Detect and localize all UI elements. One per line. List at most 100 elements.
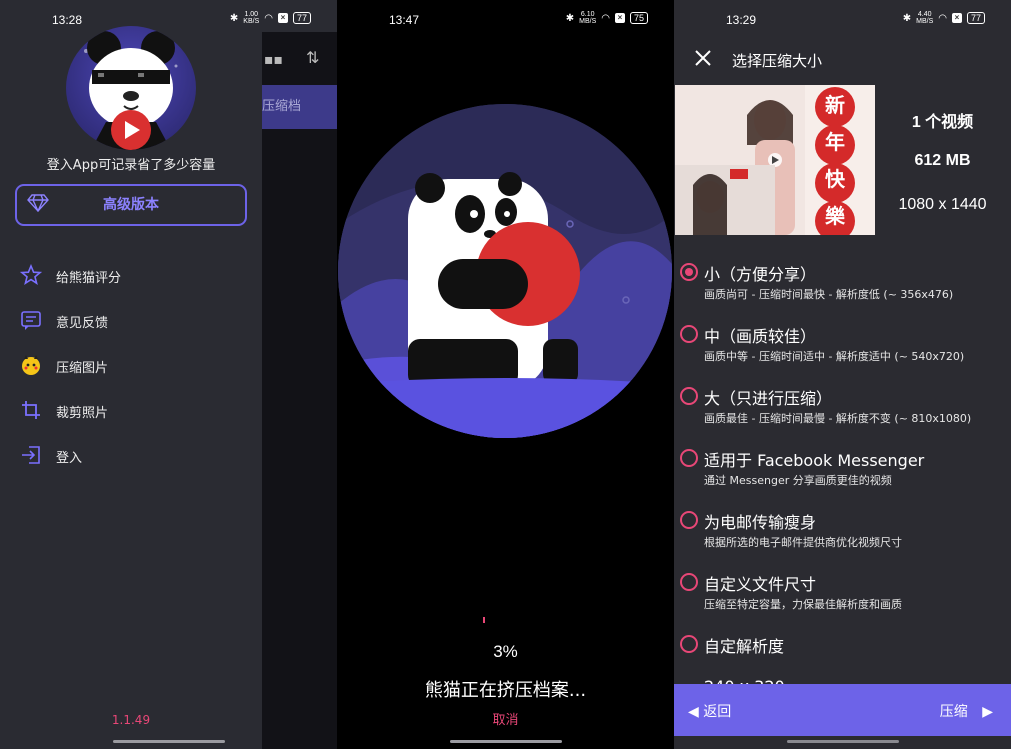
- login-icon: [22, 446, 40, 464]
- status-bar: 13:29 ✱ 4.40 MB/S ◠ × 77: [674, 0, 1011, 32]
- premium-version-label: 高级版本: [103, 197, 159, 213]
- option-description: 根据所选的电子邮件提供商优化视频尺寸: [704, 536, 902, 549]
- network-speed-unit: MB/S: [916, 18, 934, 25]
- login-hint[interactable]: 登入App可记录省了多少容量: [0, 154, 262, 173]
- background-tab-compressed: 压缩档: [262, 85, 337, 129]
- wifi-icon: ◠: [938, 12, 947, 24]
- panda-avatar: [66, 26, 196, 150]
- menu-item-login[interactable]: 登入: [20, 442, 250, 470]
- panda-illustration: [338, 104, 672, 438]
- option-description: 压缩至特定容量，力保最佳解析度和画质: [704, 598, 902, 611]
- option-title: 中（画质较佳）: [704, 327, 817, 346]
- menu-item-rate[interactable]: 给熊猫评分: [20, 262, 250, 290]
- option-large[interactable]: 大（只进行压缩） 画质最佳 - 压缩时间最慢 - 解析度不变 (~ 810x10…: [674, 384, 1011, 444]
- drawer-screen: 13:28 ✱ 1.00 KB/S ◠ × 77 ▪▪ ⇅ 压缩档 登入App可…: [0, 0, 337, 749]
- option-description: 画质尚可 - 压缩时间最快 - 解析度低 (~ 356x476): [704, 288, 954, 301]
- navigation-drawer: 登入App可记录省了多少容量 高级版本 给熊猫评分 意见反馈 压缩图片 裁剪照片…: [0, 26, 262, 749]
- battery-indicator: 75: [629, 12, 648, 24]
- video-resolution: 1080 x 1440: [898, 196, 987, 213]
- gesture-bar[interactable]: [449, 740, 562, 743]
- menu-item-label: 意见反馈: [56, 316, 109, 331]
- status-bar: 13:47 ✱ 6.10 MB/S ◠ × 75: [337, 0, 674, 32]
- menu-item-label: 给熊猫评分: [56, 271, 122, 286]
- network-speed-value: 6.10: [580, 11, 595, 18]
- network-speed-unit: MB/S: [579, 18, 597, 25]
- network-speed-value: 4.40: [917, 11, 932, 18]
- progress-tick: [483, 617, 485, 623]
- progress-message: 熊猫正在挤压档案...: [424, 680, 587, 701]
- back-button[interactable]: ◀ 返回: [688, 701, 731, 721]
- menu-item-feedback[interactable]: 意见反馈: [20, 307, 250, 335]
- grid-view-icon: ▪▪: [264, 52, 283, 68]
- sort-icon: ⇅: [306, 48, 320, 67]
- radio-button[interactable]: [680, 325, 698, 343]
- menu-item-label: 裁剪照片: [56, 406, 109, 421]
- battery-indicator: 77: [966, 12, 985, 24]
- chevron-left-icon: ◀: [688, 704, 699, 720]
- bluetooth-icon: ✱: [565, 12, 575, 24]
- close-icon[interactable]: [693, 48, 713, 68]
- option-title: 适用于 Facebook Messenger: [704, 451, 925, 470]
- progress-screen: 13:47 ✱ 6.10 MB/S ◠ × 75 3% 熊猫正在挤压档案... …: [337, 0, 674, 749]
- wifi-icon: ◠: [601, 12, 610, 24]
- radio-button[interactable]: [680, 263, 698, 281]
- crop-icon: [22, 401, 40, 419]
- option-custom-size[interactable]: 自定义文件尺寸 压缩至特定容量，力保最佳解析度和画质: [674, 570, 1011, 630]
- option-title: 自定义文件尺寸: [704, 575, 817, 594]
- compress-label: 压缩: [939, 704, 968, 720]
- top-app-bar: 选择压缩大小: [674, 32, 1011, 85]
- gesture-bar[interactable]: [786, 740, 899, 743]
- sim-off-icon: ×: [277, 13, 288, 23]
- radio-button[interactable]: [680, 387, 698, 405]
- sim-off-icon: ×: [614, 13, 625, 23]
- menu-item-label: 压缩图片: [56, 361, 109, 376]
- battery-indicator: 77: [292, 12, 311, 24]
- radio-button[interactable]: [680, 573, 698, 591]
- pikachu-icon: [22, 355, 40, 375]
- cancel-button[interactable]: 取消: [337, 709, 674, 728]
- menu-item-compress-image[interactable]: 压缩图片: [20, 352, 250, 380]
- network-speed-unit: KB/S: [243, 18, 260, 25]
- radio-button[interactable]: [680, 449, 698, 467]
- option-title: 小（方便分享）: [704, 265, 817, 284]
- option-description: 画质中等 - 压缩时间适中 - 解析度适中 (~ 540x720): [704, 350, 965, 363]
- network-speed-value: 1.00: [244, 11, 259, 18]
- option-title: 大（只进行压缩）: [704, 389, 833, 408]
- back-label: 返回: [703, 704, 732, 720]
- video-size: 612 MB: [914, 152, 971, 169]
- diamond-icon: [27, 194, 49, 212]
- network-speed: 1.00 KB/S: [243, 11, 259, 25]
- radio-button[interactable]: [680, 635, 698, 653]
- status-time: 13:28: [52, 13, 83, 27]
- chevron-right-icon: ▶: [982, 704, 993, 720]
- option-title: 为电邮传输瘦身: [704, 513, 817, 532]
- feedback-icon: [21, 311, 41, 330]
- gesture-bar[interactable]: [112, 740, 225, 743]
- compression-options-screen: 13:29 ✱ 4.40 MB/S ◠ × 77 选择压缩大小 新年快樂 1 个…: [674, 0, 1011, 749]
- option-medium[interactable]: 中（画质较佳） 画质中等 - 压缩时间适中 - 解析度适中 (~ 540x720…: [674, 322, 1011, 382]
- progress-percent: 3%: [493, 642, 518, 661]
- radio-button[interactable]: [680, 511, 698, 529]
- status-time: 13:47: [389, 13, 420, 27]
- status-time: 13:29: [726, 13, 757, 27]
- star-icon: [20, 264, 42, 285]
- wifi-icon: ◠: [264, 12, 273, 24]
- option-small[interactable]: 小（方便分享） 画质尚可 - 压缩时间最快 - 解析度低 (~ 356x476): [674, 260, 1011, 320]
- bluetooth-icon: ✱: [229, 12, 239, 24]
- network-speed: 6.10 MB/S: [579, 11, 596, 25]
- version-label: 1.1.49: [111, 713, 151, 727]
- background-main-screen: [262, 32, 337, 749]
- video-count: 1 个视频: [911, 114, 974, 131]
- bottom-action-bar: ◀ 返回 压缩 ▶: [674, 684, 1011, 736]
- menu-item-label: 登入: [56, 451, 83, 466]
- sim-off-icon: ×: [951, 13, 962, 23]
- option-email[interactable]: 为电邮传输瘦身 根据所选的电子邮件提供商优化视频尺寸: [674, 508, 1011, 568]
- video-thumbnail[interactable]: 新年快樂: [675, 85, 875, 235]
- option-description: 通过 Messenger 分享画质更佳的视频: [704, 474, 892, 487]
- menu-item-crop-photo[interactable]: 裁剪照片: [20, 397, 250, 425]
- compress-button[interactable]: 压缩 ▶: [940, 701, 993, 721]
- status-bar: 13:28 ✱ 1.00 KB/S ◠ × 77: [0, 0, 337, 32]
- premium-version-button[interactable]: 高级版本: [15, 184, 247, 226]
- bluetooth-icon: ✱: [902, 12, 912, 24]
- option-messenger[interactable]: 适用于 Facebook Messenger 通过 Messenger 分享画质…: [674, 446, 1011, 506]
